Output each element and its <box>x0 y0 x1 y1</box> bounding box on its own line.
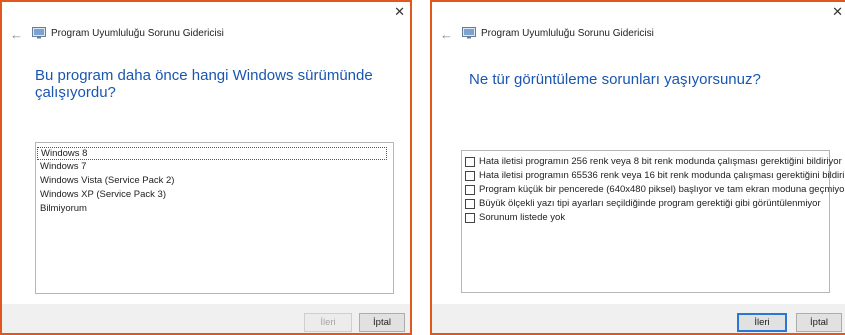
close-icon[interactable]: ✕ <box>394 5 405 18</box>
display-problems-list: Hata iletisi programın 256 renk veya 8 b… <box>461 150 845 293</box>
version-option-windows-7[interactable]: Windows 7 <box>40 161 86 173</box>
back-arrow-icon[interactable]: ← <box>440 28 453 41</box>
troubleshooter-app-icon <box>32 27 46 39</box>
checkbox-label: Sorunum listede yok <box>479 212 566 223</box>
window-title: Program Uyumluluğu Sorunu Gidericisi <box>51 28 224 39</box>
version-option-windows-vista[interactable]: Windows Vista (Service Pack 2) <box>40 175 174 187</box>
windows-version-listbox[interactable]: Windows 8 Windows 7 Windows Vista (Servi… <box>35 142 394 294</box>
problem-option-65536-colors[interactable]: Hata iletisi programın 65536 renk veya 1… <box>465 170 845 182</box>
cancel-button[interactable]: İptal <box>796 313 842 332</box>
troubleshooter-window-right: ✕ ← Program Uyumluluğu Sorunu Gidericisi… <box>430 0 845 335</box>
checkbox-label: Hata iletisi programın 65536 renk veya 1… <box>479 170 845 181</box>
cancel-button[interactable]: İptal <box>359 313 405 332</box>
checkbox-label: Hata iletisi programın 256 renk veya 8 b… <box>479 156 842 167</box>
checkbox[interactable] <box>465 185 475 195</box>
checkbox[interactable] <box>465 213 475 223</box>
problem-option-256-colors[interactable]: Hata iletisi programın 256 renk veya 8 b… <box>465 156 842 168</box>
version-option-unknown[interactable]: Bilmiyorum <box>40 203 87 215</box>
version-option-windows-8[interactable]: Windows 8 <box>37 147 387 160</box>
close-icon[interactable]: ✕ <box>832 5 843 18</box>
checkbox[interactable] <box>465 157 475 167</box>
page-question: Bu program daha önce hangi Windows sürüm… <box>35 67 373 101</box>
checkbox-label: Büyük ölçekli yazı tipi ayarları seçildi… <box>479 198 821 209</box>
checkbox-label: Program küçük bir pencerede (640x480 pik… <box>479 184 845 195</box>
problem-option-small-window[interactable]: Program küçük bir pencerede (640x480 pik… <box>465 184 845 196</box>
next-button[interactable]: İleri <box>737 313 787 332</box>
window-title: Program Uyumluluğu Sorunu Gidericisi <box>481 28 654 39</box>
next-button[interactable]: İleri <box>304 313 352 332</box>
troubleshooter-window-left: ✕ ← Program Uyumluluğu Sorunu Gidericisi… <box>0 0 412 335</box>
page-question: Ne tür görüntüleme sorunları yaşıyorsunu… <box>469 71 761 88</box>
checkbox[interactable] <box>465 171 475 181</box>
problem-option-large-fonts[interactable]: Büyük ölçekli yazı tipi ayarları seçildi… <box>465 198 821 210</box>
version-option-windows-xp[interactable]: Windows XP (Service Pack 3) <box>40 189 166 201</box>
troubleshooter-app-icon <box>462 27 476 39</box>
back-arrow-icon[interactable]: ← <box>10 28 23 41</box>
checkbox[interactable] <box>465 199 475 209</box>
problem-option-not-listed[interactable]: Sorunum listede yok <box>465 212 565 224</box>
